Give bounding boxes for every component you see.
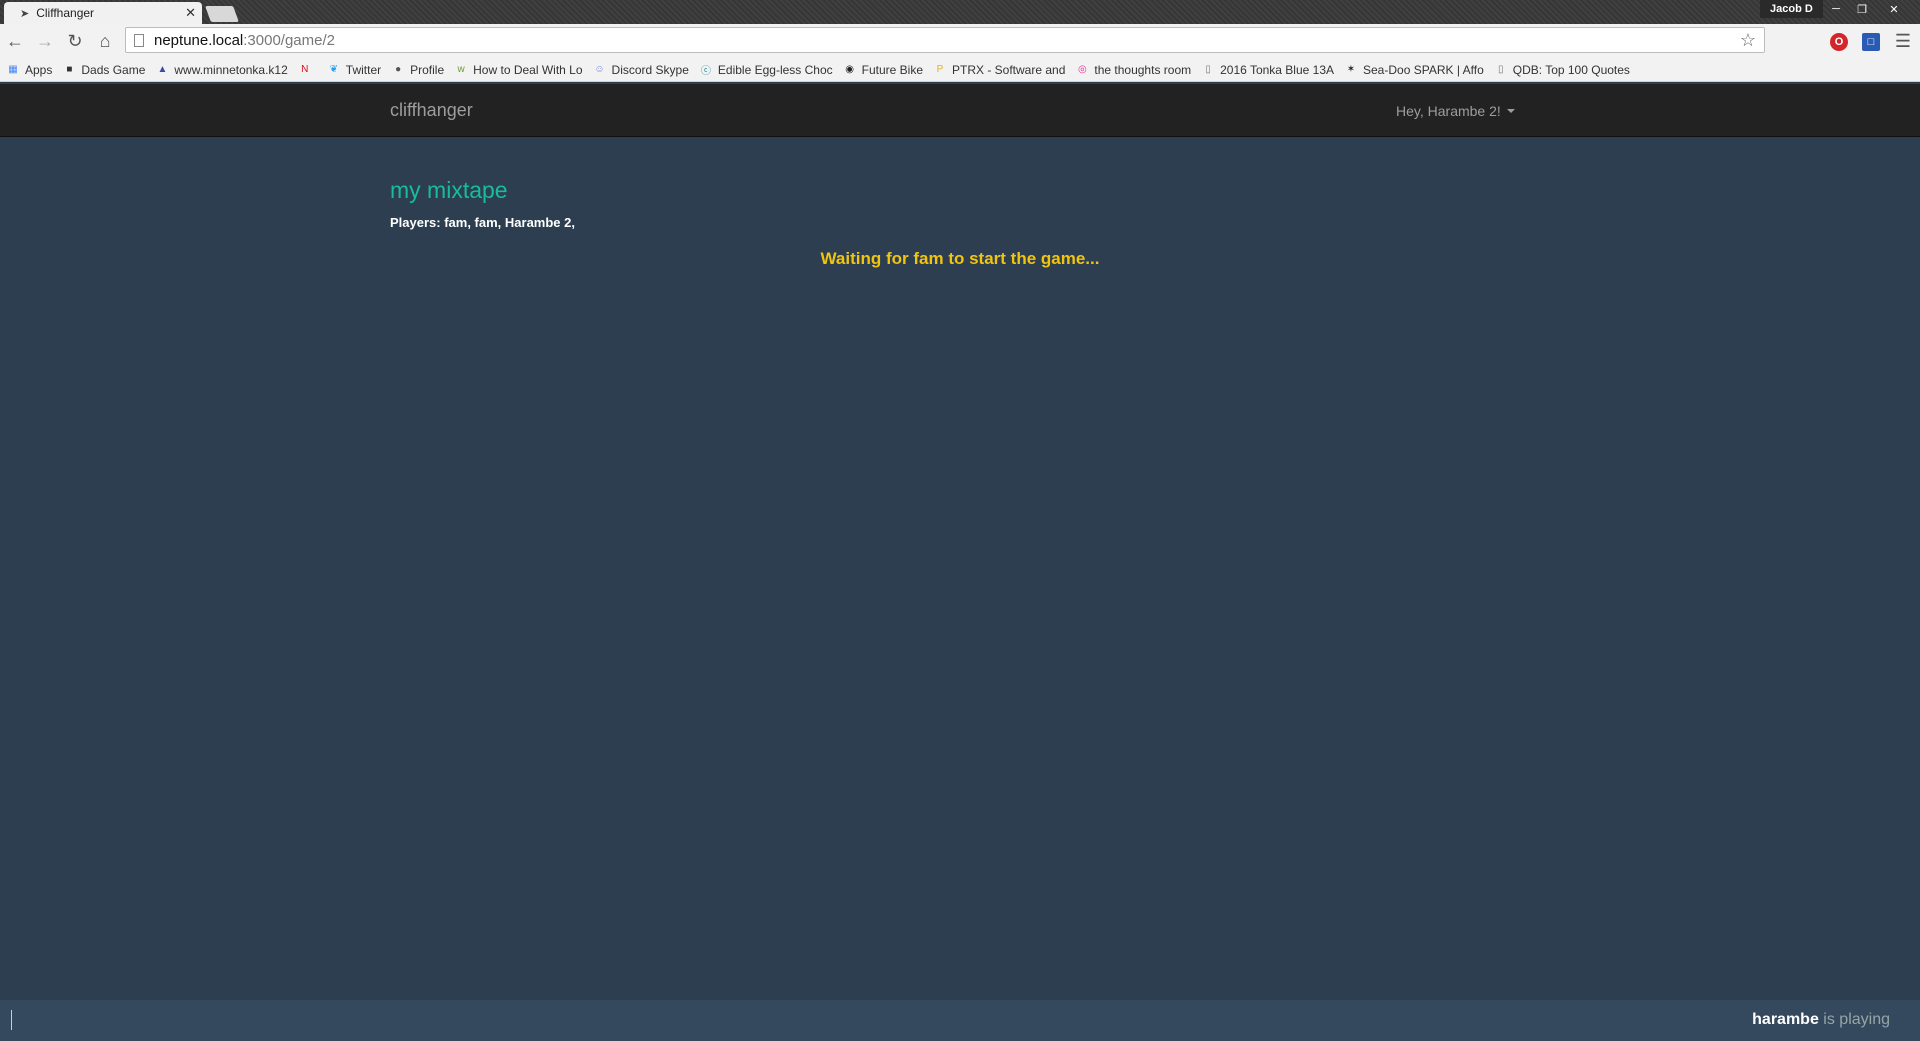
bookmark-item[interactable]: ◎ the thoughts room: [1075, 63, 1191, 77]
bookmark-label: Discord Skype: [611, 62, 689, 77]
bookmark-item[interactable]: N: [298, 63, 317, 77]
bookmark-item[interactable]: ◉ Future Bike: [843, 63, 923, 77]
playing-status: harambe is playing: [1752, 1011, 1890, 1029]
dads-game-icon: ■: [66, 64, 73, 75]
bookmark-label: Dads Game: [81, 62, 146, 77]
page-icon: [134, 33, 144, 47]
bookmarks-bar: ▦ Apps ■ Dads Game ▲ www.minnetonka.k12 N ❦ Twit…: [0, 58, 1920, 82]
apps-grid-icon: ▦: [8, 64, 18, 75]
bookmark-item[interactable]: ✶ Sea-Doo SPARK | Affo: [1344, 63, 1484, 77]
user-menu-dropdown[interactable]: Hey, Harambe 2!: [1396, 103, 1515, 119]
thoughts-icon: ◎: [1078, 64, 1087, 75]
url-path: :3000/game/2: [243, 31, 335, 49]
bookmark-item[interactable]: ⓒ Edible Egg-less Choc: [699, 62, 833, 78]
wikihow-icon: w: [457, 64, 465, 75]
tab-title: Cliffhanger: [36, 6, 95, 20]
bookmark-item[interactable]: ▯ QDB: Top 100 Quotes: [1494, 63, 1630, 77]
waiting-message: Waiting for fam to start the game...: [820, 249, 1100, 268]
ptrx-icon: P: [936, 64, 944, 75]
bookmark-label: QDB: Top 100 Quotes: [1512, 62, 1630, 77]
bookmark-item[interactable]: ▦ Apps: [6, 63, 52, 77]
rocket-favicon-icon: ➤: [20, 7, 30, 20]
bookmark-item[interactable]: ● Profile: [391, 63, 444, 77]
playing-status-suffix: is playing: [1818, 1011, 1890, 1028]
forward-icon[interactable]: →: [30, 26, 60, 56]
restore-icon[interactable]: ❐: [1848, 0, 1876, 18]
reload-icon[interactable]: ↻: [60, 26, 90, 56]
caret-down-icon: [1506, 109, 1515, 113]
netflix-icon: N: [301, 64, 309, 75]
browser-tab[interactable]: ➤ Cliffhanger ✕: [4, 2, 202, 24]
bookmark-label: the thoughts room: [1094, 62, 1192, 77]
seadoo-icon: ✶: [1346, 64, 1356, 75]
page-icon: ▯: [1205, 64, 1211, 75]
back-icon[interactable]: ←: [0, 26, 30, 56]
minnetonka-icon: ▲: [157, 64, 168, 75]
discord-icon: ☺: [594, 64, 605, 75]
bookmark-label: Profile: [410, 62, 445, 77]
brand-link[interactable]: cliffhanger: [390, 100, 473, 121]
opera-extension-icon[interactable]: O: [1830, 33, 1848, 51]
bookmark-item[interactable]: P PTRX - Software and: [933, 62, 1066, 77]
players-list: Players: fam, fam, Harambe 2,: [390, 215, 575, 230]
bookmark-label: Edible Egg-less Choc: [717, 62, 833, 77]
home-icon[interactable]: ⌂: [90, 26, 120, 56]
bookmark-label: Sea-Doo SPARK | Affo: [1363, 62, 1484, 77]
game-title: my mixtape: [390, 177, 508, 203]
page-icon: ▯: [1497, 64, 1504, 75]
twitter-icon: ❦: [329, 64, 338, 75]
playing-user-name: harambe: [1752, 1011, 1819, 1028]
recipe-icon: ⓒ: [700, 66, 711, 77]
bookmark-item[interactable]: ❦ Twitter: [327, 62, 382, 77]
browser-titlebar: ➤ Cliffhanger ✕ Jacob D ─ ❐ ✕: [0, 0, 1920, 24]
site-navbar: cliffhanger Hey, Harambe 2!: [0, 84, 1920, 137]
bookmark-label: Future Bike: [861, 62, 923, 77]
user-greeting: Hey, Harambe 2!: [1396, 103, 1501, 119]
url-host: neptune.local: [154, 31, 244, 49]
bookmark-star-icon[interactable]: ☆: [1740, 30, 1756, 51]
bookmark-label: How to Deal With Lo: [473, 62, 583, 77]
new-tab-button[interactable]: [205, 6, 239, 22]
status-footer: harambe is playing: [0, 1000, 1920, 1041]
profile-icon: ●: [395, 64, 402, 75]
close-tab-icon[interactable]: ✕: [185, 5, 196, 21]
minimize-icon[interactable]: ─: [1822, 0, 1850, 18]
bookmark-label: 2016 Tonka Blue 13A: [1220, 62, 1334, 77]
bookmark-item[interactable]: ☺ Discord Skype: [593, 62, 689, 77]
bookmark-label: www.minnetonka.k12: [174, 62, 288, 77]
address-bar[interactable]: neptune.local :3000/game/2 ☆: [125, 27, 1765, 53]
bookmark-item[interactable]: w How to Deal With Lo: [454, 62, 583, 77]
bookmark-item[interactable]: ▲ www.minnetonka.k12: [155, 63, 287, 77]
bookmark-label: Apps: [25, 62, 53, 77]
menu-icon[interactable]: ☰: [1888, 26, 1918, 56]
bookmark-item[interactable]: ▯ 2016 Tonka Blue 13A: [1201, 63, 1334, 77]
future-bike-icon: ◉: [845, 64, 854, 75]
text-cursor: [11, 1010, 12, 1030]
reader-extension-icon[interactable]: □: [1862, 33, 1880, 51]
bookmark-label: PTRX - Software and: [952, 62, 1066, 77]
bookmark-item[interactable]: ■ Dads Game: [62, 63, 145, 77]
close-window-icon[interactable]: ✕: [1880, 0, 1908, 18]
profile-button[interactable]: Jacob D: [1760, 0, 1823, 18]
browser-toolbar: ← → ↻ ⌂ neptune.local :3000/game/2 ☆ O □…: [0, 24, 1920, 58]
bookmark-label: Twitter: [345, 62, 382, 77]
